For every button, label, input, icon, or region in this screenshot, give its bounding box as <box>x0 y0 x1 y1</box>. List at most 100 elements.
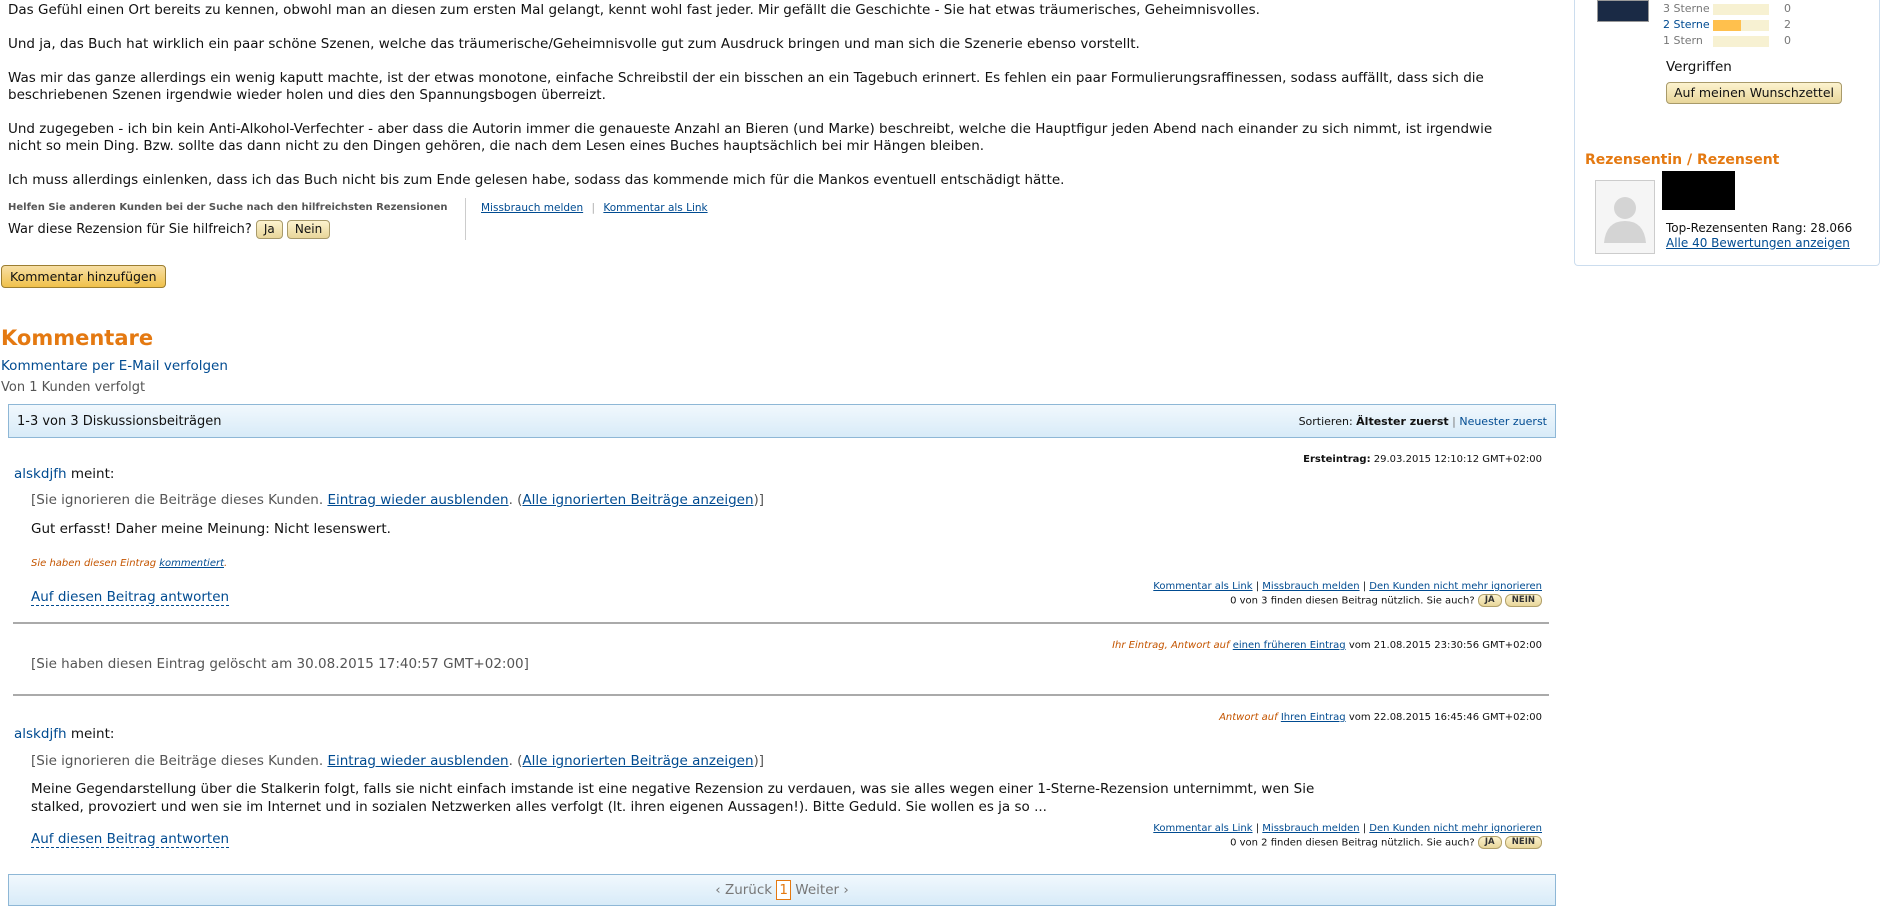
post-text: Gut erfasst! Daher meine Meinung: Nicht … <box>31 521 391 537</box>
ignored-open: . ( <box>508 753 523 769</box>
reviewer-heading: Rezensentin / Rezensent <box>1585 152 1780 168</box>
comments-heading: Kommentare <box>1 326 154 350</box>
review-paragraph: Das Gefühl einen Ort bereits zu kennen, … <box>8 2 1260 18</box>
post-meta-link[interactable]: einen früheren Eintrag <box>1233 640 1346 651</box>
ignored-notice: [Sie ignorieren die Beiträge dieses Kund… <box>31 492 764 508</box>
separator: | <box>1452 415 1456 428</box>
post-meta: Ersteintrag: 29.03.2015 12:10:12 GMT+02:… <box>1303 454 1542 465</box>
pager-next: Weiter › <box>795 882 849 898</box>
ignored-close: )] <box>753 492 765 508</box>
helpful-row: War diese Rezension für Sie hilfreich? J… <box>8 220 331 239</box>
commented-suffix: . <box>224 558 228 569</box>
followers-count: Von 1 Kunden verfolgt <box>1 380 146 395</box>
post-says: meint: <box>70 466 115 482</box>
report-abuse-link[interactable]: Missbrauch melden <box>1262 581 1359 592</box>
commented-link[interactable]: kommentiert <box>159 558 224 569</box>
commented-text: Sie haben diesen Eintrag <box>31 558 157 569</box>
star-row-1[interactable]: 1 Stern 0 <box>1663 34 1791 47</box>
comment-as-link[interactable]: Kommentar als Link <box>1153 823 1252 834</box>
commented-notice: Sie haben diesen Eintrag kommentiert. <box>31 558 227 569</box>
helpful-no-button[interactable]: Nein <box>286 220 331 239</box>
useful-no-button[interactable]: NEIN <box>1504 594 1542 607</box>
hide-post-link[interactable]: Eintrag wieder ausblenden <box>327 492 508 508</box>
star-count: 2 <box>1784 18 1791 31</box>
star-bar <box>1713 35 1769 47</box>
reply-link-text[interactable]: Auf diesen Beitrag antworten <box>31 589 230 606</box>
unignore-customer-link[interactable]: Den Kunden nicht mehr ignorieren <box>1369 581 1542 592</box>
ignored-close: )] <box>753 753 765 769</box>
all-reviews-link[interactable]: Alle 40 Bewertungen anzeigen <box>1666 236 1850 250</box>
post-author-line: alskdjfh meint: <box>14 466 114 482</box>
star-label: 1 Stern <box>1663 34 1703 47</box>
discussion-bar: 1-3 von 3 Diskussionsbeiträgen Sortieren… <box>8 404 1556 438</box>
help-hint: Helfen Sie anderen Kunden bei der Suche … <box>8 202 448 213</box>
comment-as-link[interactable]: Kommentar als Link <box>603 202 707 214</box>
product-thumbnail[interactable] <box>1597 0 1649 22</box>
star-row-2[interactable]: 2 Sterne 2 <box>1663 18 1791 31</box>
post-meta-date: vom 21.08.2015 23:30:56 GMT+02:00 <box>1348 640 1542 651</box>
report-abuse-link[interactable]: Missbrauch melden <box>481 202 583 214</box>
usefulness-text: 0 von 3 finden diesen Beitrag nützlich. … <box>1230 595 1475 607</box>
star-label[interactable]: 2 Sterne <box>1663 18 1713 31</box>
post-usefulness: 0 von 3 finden diesen Beitrag nützlich. … <box>1230 594 1542 607</box>
report-abuse-link[interactable]: Missbrauch melden <box>1262 823 1359 834</box>
helpful-question: War diese Rezension für Sie hilfreich? <box>8 222 252 237</box>
reviewer-name-redacted <box>1662 171 1735 210</box>
availability-status: Vergriffen <box>1666 59 1732 75</box>
post-meta: Ihr Eintrag, Antwort auf einen früheren … <box>1112 640 1542 651</box>
post-says: meint: <box>70 726 115 742</box>
follow-comments-text[interactable]: Kommentare per E-Mail verfolgen <box>1 358 228 374</box>
reviewer-rank: Top-Rezensenten Rang: 28.066 <box>1666 221 1853 235</box>
sort-oldest[interactable]: Ältester zuerst <box>1356 415 1448 428</box>
sort-newest-link[interactable]: Neuester zuerst <box>1459 415 1547 428</box>
avatar-placeholder-icon <box>1604 197 1646 243</box>
discussion-count: 1-3 von 3 Diskussionsbeiträgen <box>17 414 222 429</box>
star-bar <box>1713 3 1769 15</box>
review-actions: Missbrauch melden | Kommentar als Link <box>481 202 708 214</box>
wishlist-button[interactable]: Auf meinen Wunschzettel <box>1666 82 1842 104</box>
pagination-bar: ‹ Zurück 1 Weiter › <box>8 874 1556 906</box>
star-count: 0 <box>1784 2 1791 15</box>
star-row-3[interactable]: 3 Sterne 0 <box>1663 2 1791 15</box>
star-label: 3 Sterne <box>1663 2 1710 15</box>
ignored-notice: [Sie ignorieren die Beiträge dieses Kund… <box>31 753 764 769</box>
avatar[interactable] <box>1595 180 1655 254</box>
review-paragraph: Und ja, das Buch hat wirklich ein paar s… <box>8 36 1140 52</box>
add-comment-button[interactable]: Kommentar hinzufügen <box>1 265 166 288</box>
post-actions: Kommentar als Link | Missbrauch melden |… <box>1153 823 1542 834</box>
ignored-text: [Sie ignorieren die Beiträge dieses Kund… <box>31 492 324 508</box>
post-author-link[interactable]: alskdjfh <box>14 726 67 742</box>
unignore-customer-link[interactable]: Den Kunden nicht mehr ignorieren <box>1369 823 1542 834</box>
divider <box>465 198 466 240</box>
pager-current-page: 1 <box>776 880 791 900</box>
ignored-text: [Sie ignorieren die Beiträge dieses Kund… <box>31 753 324 769</box>
review-paragraph: Ich muss allerdings einlenken, dass ich … <box>8 172 1065 188</box>
post-actions: Kommentar als Link | Missbrauch melden |… <box>1153 581 1542 592</box>
deleted-notice: [Sie haben diesen Eintrag gelöscht am 30… <box>31 656 529 672</box>
sort-controls: Sortieren: Ältester zuerst | Neuester zu… <box>1299 415 1547 428</box>
useful-yes-button[interactable]: JA <box>1477 836 1502 849</box>
post-meta-link[interactable]: Ihren Eintrag <box>1281 712 1346 723</box>
post-divider <box>13 622 1549 624</box>
useful-yes-button[interactable]: JA <box>1477 594 1502 607</box>
useful-no-button[interactable]: NEIN <box>1504 836 1542 849</box>
follow-comments-link[interactable]: Kommentare per E-Mail verfolgen <box>1 358 228 374</box>
reply-link-text[interactable]: Auf diesen Beitrag antworten <box>31 831 230 848</box>
reply-link[interactable]: Auf diesen Beitrag antworten <box>31 589 230 606</box>
pager-prev: ‹ Zurück <box>715 882 773 898</box>
usefulness-text: 0 von 2 finden diesen Beitrag nützlich. … <box>1230 837 1475 849</box>
post-text-line: stalked, provoziert und wen sie im Inter… <box>31 799 1047 815</box>
show-all-ignored-link[interactable]: Alle ignorierten Beiträge anzeigen <box>522 753 753 769</box>
post-author-line: alskdjfh meint: <box>14 726 114 742</box>
review-paragraph: Was mir das ganze allerdings ein wenig k… <box>8 70 1484 103</box>
hide-post-link[interactable]: Eintrag wieder ausblenden <box>327 753 508 769</box>
all-reviews-link-text[interactable]: Alle 40 Bewertungen anzeigen <box>1666 236 1850 250</box>
comment-as-link[interactable]: Kommentar als Link <box>1153 581 1252 592</box>
post-meta-prefix: Ihr Eintrag, Antwort auf <box>1112 640 1230 651</box>
helpful-yes-button[interactable]: Ja <box>255 220 283 239</box>
post-author-link[interactable]: alskdjfh <box>14 466 67 482</box>
post-meta: Antwort auf Ihren Eintrag vom 22.08.2015… <box>1219 712 1542 723</box>
post-meta-prefix: Antwort auf <box>1219 712 1278 723</box>
show-all-ignored-link[interactable]: Alle ignorierten Beiträge anzeigen <box>522 492 753 508</box>
reply-link[interactable]: Auf diesen Beitrag antworten <box>31 831 230 848</box>
